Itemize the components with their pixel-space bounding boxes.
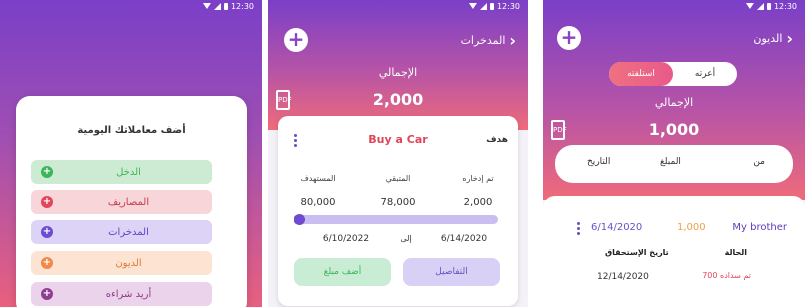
status-bar: 12:30: [543, 0, 805, 12]
status-time: 12:30: [496, 1, 520, 11]
entry-date: 6/14/2020: [591, 222, 643, 233]
pdf-export-icon[interactable]: PDF: [276, 90, 292, 110]
add-transactions-card: أضف معاملاتك اليومية + الدخل + المصاريف …: [16, 96, 247, 307]
plus-icon: +: [41, 226, 53, 238]
debts-screen: 12:30 + الديون › أعرته استلفته الإجمالي …: [543, 0, 805, 307]
plus-icon: +: [41, 257, 53, 269]
status-bar: 12:30: [268, 0, 528, 12]
filter-from[interactable]: من: [753, 157, 765, 167]
total-label: الإجمالي: [654, 96, 694, 109]
more-options-icon[interactable]: [577, 222, 580, 235]
total-value: 1,000: [648, 120, 700, 139]
wishlist-button[interactable]: + أريد شراءه: [31, 282, 212, 306]
due-date-value: 12/14/2020: [597, 272, 649, 282]
chevron-right-icon: ›: [786, 29, 793, 48]
savings-button[interactable]: + المدخرات: [31, 220, 212, 244]
filter-amount[interactable]: المبلغ: [660, 157, 681, 167]
add-transactions-screen: 12:30 أضف معاملاتك اليومية + الدخل + الم…: [0, 0, 262, 307]
signal-icon: [213, 2, 221, 10]
wishlist-label: أريد شراءه: [105, 288, 152, 300]
header-title: المدخرات: [460, 34, 506, 47]
wifi-icon: [468, 3, 477, 9]
total-label: الإجمالي: [378, 66, 418, 79]
plus-icon: +: [287, 27, 305, 51]
signal-icon: [756, 2, 764, 10]
pdf-export-icon[interactable]: PDF: [551, 120, 567, 140]
goal-name: Buy a Car: [368, 133, 428, 146]
status-value: تم سداده 700: [702, 271, 751, 280]
savings-screen: 12:30 + المدخرات › الإجمالي 2,000 PDF Bu…: [268, 0, 528, 307]
status-label: الحالة: [724, 248, 747, 257]
wifi-icon: [745, 3, 754, 9]
filter-date[interactable]: التاريخ: [587, 157, 610, 167]
details-button[interactable]: التفاصيل: [403, 258, 500, 286]
add-amount-button[interactable]: أضف مبلغ: [294, 258, 391, 286]
savings-header: [268, 0, 528, 130]
saved-value: 2,000: [463, 197, 493, 208]
plus-icon: +: [41, 196, 53, 208]
sort-filter-bar: من المبلغ التاريخ: [555, 145, 793, 183]
tab-borrowed[interactable]: استلفته: [609, 62, 673, 86]
wifi-icon: [202, 3, 211, 9]
plus-icon: +: [41, 166, 53, 178]
savings-label: المدخرات: [108, 226, 149, 238]
total-value: 2,000: [372, 90, 424, 109]
battery-icon: [489, 2, 494, 10]
status-time: 12:30: [773, 1, 797, 11]
chevron-right-icon: ›: [509, 31, 516, 50]
debts-button[interactable]: + الديون: [31, 251, 212, 275]
income-button[interactable]: + الدخل: [31, 160, 212, 184]
goal-card: Buy a Car هدف تم إدخاره المتبقي المستهدف…: [278, 116, 518, 306]
plus-icon: +: [41, 288, 53, 300]
target-value: 80,000: [300, 197, 336, 208]
plus-icon: +: [560, 25, 578, 49]
add-button[interactable]: +: [284, 28, 308, 52]
header-title: الديون: [753, 32, 783, 45]
battery-icon: [223, 2, 228, 10]
start-date: 6/14/2020: [440, 234, 488, 244]
income-label: الدخل: [116, 166, 141, 178]
tab-lent-label: أعرته: [694, 69, 716, 79]
debts-label: الديون: [115, 257, 142, 269]
to-label: إلى: [400, 234, 412, 243]
card-title: أضف معاملاتك اليومية: [77, 125, 186, 136]
debt-type-toggle: أعرته استلفته: [609, 62, 737, 86]
details-label: التفاصيل: [435, 267, 468, 277]
entry-name: My brother: [732, 222, 787, 233]
tab-borrowed-label: استلفته: [627, 69, 655, 79]
status-time: 12:30: [230, 1, 254, 11]
status-bar: 12:30: [0, 0, 262, 12]
remaining-value: 78,000: [380, 197, 416, 208]
add-amount-label: أضف مبلغ: [323, 267, 362, 277]
progress-knob: [294, 214, 305, 225]
remaining-label: المتبقي: [385, 174, 411, 183]
due-date-label: تاريخ الإستحقاق: [605, 248, 669, 257]
add-button[interactable]: +: [557, 26, 581, 50]
back-nav[interactable]: الديون ›: [753, 29, 793, 48]
goal-label: هدف: [486, 135, 508, 145]
end-date: 6/10/2022: [322, 234, 370, 244]
debt-entry-card[interactable]: 6/14/2020 1,000 My brother تاريخ الإستحق…: [543, 196, 805, 307]
battery-icon: [766, 2, 771, 10]
signal-icon: [479, 2, 487, 10]
saved-label: تم إدخاره: [462, 174, 494, 183]
expenses-label: المصاريف: [107, 196, 150, 208]
tab-lent[interactable]: أعرته: [673, 62, 737, 86]
back-nav[interactable]: المدخرات ›: [461, 31, 516, 50]
expenses-button[interactable]: + المصاريف: [31, 190, 212, 214]
savings-progress-bar: [294, 214, 498, 225]
target-label: المستهدف: [300, 174, 336, 183]
entry-amount: 1,000: [677, 222, 706, 233]
